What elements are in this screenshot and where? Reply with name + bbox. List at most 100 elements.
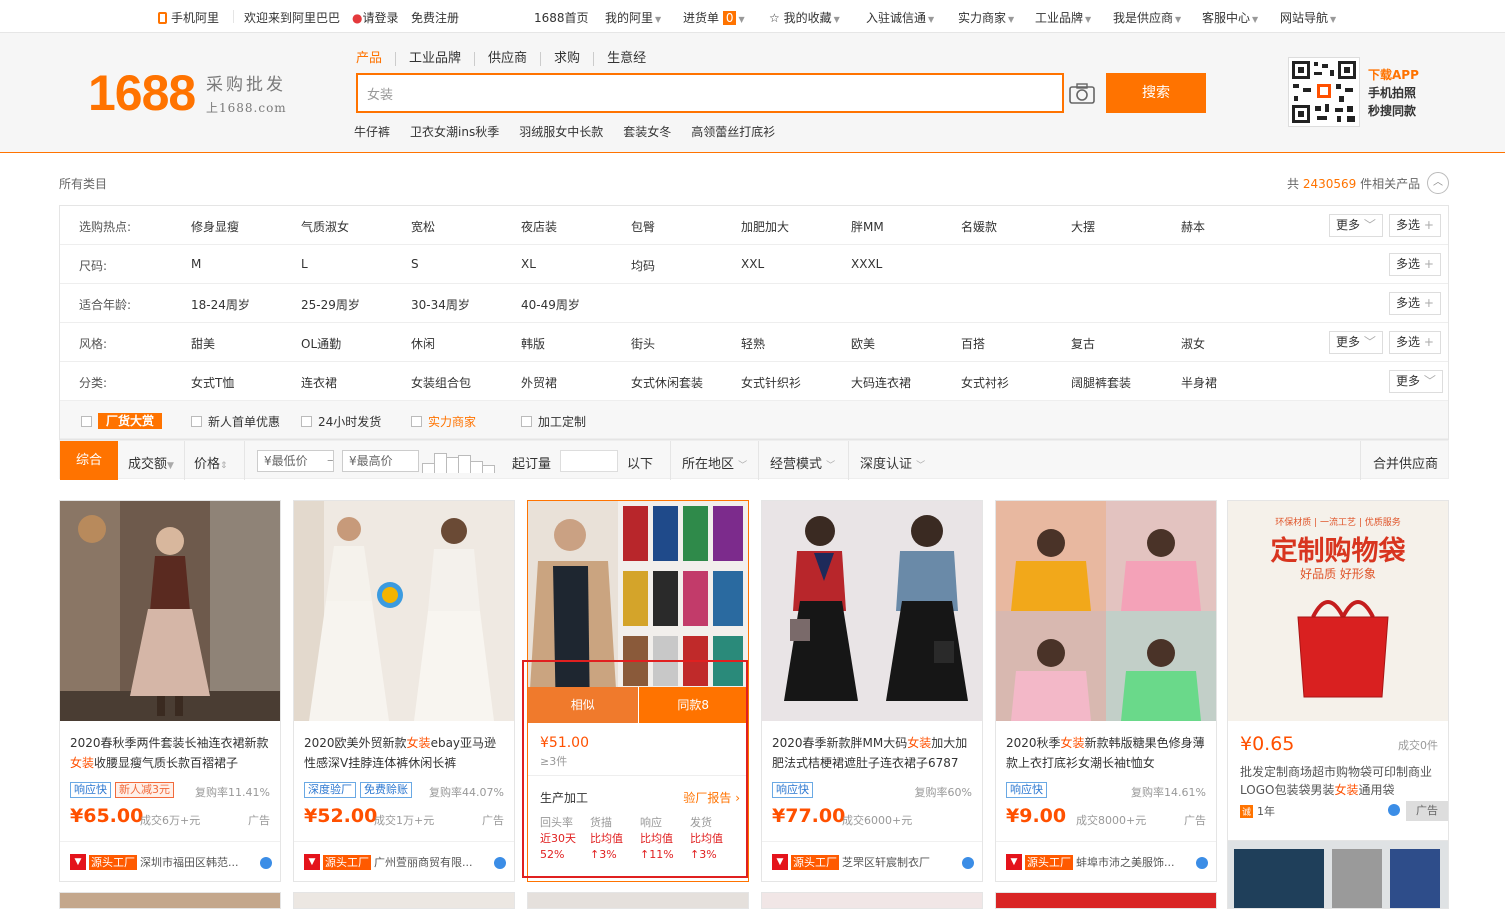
filter-option[interactable]: 甜美 <box>191 335 215 352</box>
moq-input[interactable] <box>560 450 618 472</box>
more-button[interactable]: 更多 ﹀ <box>1329 331 1383 354</box>
logo[interactable]: 1688 采购批发 上1688.com <box>88 68 286 118</box>
wangwang-icon[interactable] <box>1388 804 1400 816</box>
more-button[interactable]: 更多 ﹀ <box>1389 370 1443 393</box>
search-input[interactable] <box>358 75 1008 111</box>
tab-industrial[interactable]: 工业品牌 <box>395 52 474 66</box>
filter-option[interactable]: 复古 <box>1071 335 1095 352</box>
product-image[interactable] <box>60 501 280 721</box>
service-menu[interactable]: 客服中心 ▼ <box>1202 9 1258 26</box>
ad-card[interactable]: 环保材质 | 一流工艺 | 优质服务 定制购物袋 好品质 好形象 ¥0.65 成… <box>1227 500 1449 882</box>
filter-option[interactable]: 赫本 <box>1181 218 1205 235</box>
company-link[interactable]: 芝罘区轩宸制衣厂 <box>842 854 954 870</box>
filter-option[interactable]: 休闲 <box>411 335 435 352</box>
filter-option[interactable]: 阔腿裤套装 <box>1071 374 1131 391</box>
new-user-checkbox[interactable]: 新人首单优惠 <box>191 413 280 430</box>
product-title[interactable]: 2020欧美外贸新款女装ebay亚马逊性感深V挂脖连体裤休闲长裤 <box>304 733 508 773</box>
filter-option[interactable]: 轻熟 <box>741 335 765 352</box>
filter-option[interactable]: 女式休闲套装 <box>631 374 703 391</box>
sort-volume[interactable]: 成交额▼ <box>128 453 174 472</box>
hot-word[interactable]: 羽绒服女中长款 <box>519 123 603 140</box>
filter-option[interactable]: 欧美 <box>851 335 875 352</box>
wangwang-icon[interactable] <box>962 857 974 869</box>
tab-buying[interactable]: 求购 <box>540 52 593 66</box>
product-card[interactable]: 2020欧美外贸新款女装ebay亚马逊性感深V挂脖连体裤休闲长裤 深度验厂 免费赊… <box>293 500 515 882</box>
filter-option[interactable]: 百搭 <box>961 335 985 352</box>
filter-option[interactable]: 修身显瘦 <box>191 218 239 235</box>
more-button[interactable]: 更多 ﹀ <box>1329 214 1383 237</box>
filter-option[interactable]: 街头 <box>631 335 655 352</box>
filter-option[interactable]: XXXL <box>851 257 882 271</box>
multi-select-button[interactable]: 多选 + <box>1389 292 1441 315</box>
home-link[interactable]: 1688首页 <box>534 9 589 26</box>
filter-option[interactable]: M <box>191 257 201 271</box>
min-price-input[interactable]: ¥最低价 <box>257 450 334 472</box>
mobile-link[interactable]: 手机阿里 <box>158 9 219 26</box>
filter-option[interactable]: 大摆 <box>1071 218 1095 235</box>
filter-option[interactable]: 宽松 <box>411 218 435 235</box>
filter-option[interactable]: XL <box>521 257 536 271</box>
login-link[interactable]: ●请登录 <box>352 9 399 26</box>
filter-option[interactable]: 25-29周岁 <box>301 296 360 313</box>
breadcrumb[interactable]: 所有类目 <box>59 175 107 192</box>
filter-option[interactable]: 女式衬衫 <box>961 374 1009 391</box>
site-nav-menu[interactable]: 网站导航 ▼ <box>1280 9 1336 26</box>
sort-price[interactable]: 价格⇕ <box>194 453 228 472</box>
filter-option[interactable]: S <box>411 257 419 271</box>
app-promo[interactable]: 下载APP 手机拍照 秒搜同款 <box>1368 66 1419 120</box>
strong-merchant-menu[interactable]: 实力商家 ▼ <box>958 9 1014 26</box>
hot-word[interactable]: 套装女冬 <box>623 123 671 140</box>
filter-option[interactable]: 加肥加大 <box>741 218 789 235</box>
company-link[interactable]: 广州萱丽商贸有限... <box>374 854 486 870</box>
price-range-bars[interactable] <box>422 451 500 473</box>
mode-dropdown[interactable]: 经营模式 ﹀ <box>770 453 835 472</box>
product-card-partial[interactable] <box>527 892 749 909</box>
filter-option[interactable]: 半身裙 <box>1181 374 1217 391</box>
filter-option[interactable]: 30-34周岁 <box>411 296 470 313</box>
custom-processing-checkbox[interactable]: 加工定制 <box>521 413 586 430</box>
strong-merchant-checkbox[interactable]: 实力商家 <box>411 413 476 430</box>
product-title[interactable]: 2020春季新款胖MM大码女装加大加肥法式桔梗裙遮肚子连衣裙子6787 <box>772 733 976 773</box>
join-menu[interactable]: 入驻诚信通 ▼ <box>866 9 934 26</box>
product-image[interactable] <box>294 501 514 721</box>
filter-option[interactable]: 18-24周岁 <box>191 296 250 313</box>
my-ali-menu[interactable]: 我的阿里 ▼ <box>605 9 661 26</box>
filter-option[interactable]: 名媛款 <box>961 218 997 235</box>
ad-title[interactable]: 批发定制商场超市购物袋可印制商业LOGO包装袋男装女装通用袋 <box>1240 763 1440 799</box>
filter-option[interactable]: 大码连衣裙 <box>851 374 911 391</box>
wangwang-icon[interactable] <box>260 857 272 869</box>
product-card-partial[interactable] <box>293 892 515 909</box>
filter-option[interactable]: 韩版 <box>521 335 545 352</box>
filter-option[interactable]: 女式针织衫 <box>741 374 801 391</box>
industrial-menu[interactable]: 工业品牌 ▼ <box>1035 9 1091 26</box>
filter-option[interactable]: 女式T恤 <box>191 374 234 391</box>
cert-dropdown[interactable]: 深度认证 ﹀ <box>860 453 925 472</box>
product-card-partial[interactable] <box>1227 840 1449 909</box>
product-card-partial[interactable] <box>59 892 281 909</box>
product-image[interactable] <box>996 501 1216 721</box>
merge-suppliers-button[interactable]: 合并供应商 <box>1373 453 1438 472</box>
filter-option[interactable]: 外贸裙 <box>521 374 557 391</box>
filter-option[interactable]: 淑女 <box>1181 335 1205 352</box>
filter-option[interactable]: L <box>301 257 308 271</box>
hot-word[interactable]: 高领蕾丝打底衫 <box>691 123 775 140</box>
tab-products[interactable]: 产品 <box>356 52 395 66</box>
wangwang-icon[interactable] <box>1196 857 1208 869</box>
24h-shipping-checkbox[interactable]: 24小时发货 <box>301 413 381 430</box>
product-card[interactable]: 2020春季新款胖MM大码女装加大加肥法式桔梗裙遮肚子连衣裙子6787 响应快 … <box>761 500 983 882</box>
search-button[interactable]: 搜索 <box>1106 73 1206 113</box>
tab-business[interactable]: 生意经 <box>593 52 659 66</box>
product-image[interactable] <box>762 501 982 721</box>
wangwang-icon[interactable] <box>494 857 506 869</box>
multi-select-button[interactable]: 多选 + <box>1389 253 1441 276</box>
filter-option[interactable]: 胖MM <box>851 218 884 235</box>
tab-suppliers[interactable]: 供应商 <box>474 52 540 66</box>
favorites-menu[interactable]: ☆ 我的收藏 ▼ <box>769 9 840 26</box>
filter-option[interactable]: 包臀 <box>631 218 655 235</box>
filter-option[interactable]: 40-49周岁 <box>521 296 580 313</box>
filter-option[interactable]: 夜店装 <box>521 218 557 235</box>
camera-icon[interactable] <box>1068 82 1096 106</box>
product-card-partial[interactable] <box>995 892 1217 909</box>
hot-word[interactable]: 牛仔裤 <box>354 123 390 140</box>
multi-select-button[interactable]: 多选 + <box>1389 214 1441 237</box>
